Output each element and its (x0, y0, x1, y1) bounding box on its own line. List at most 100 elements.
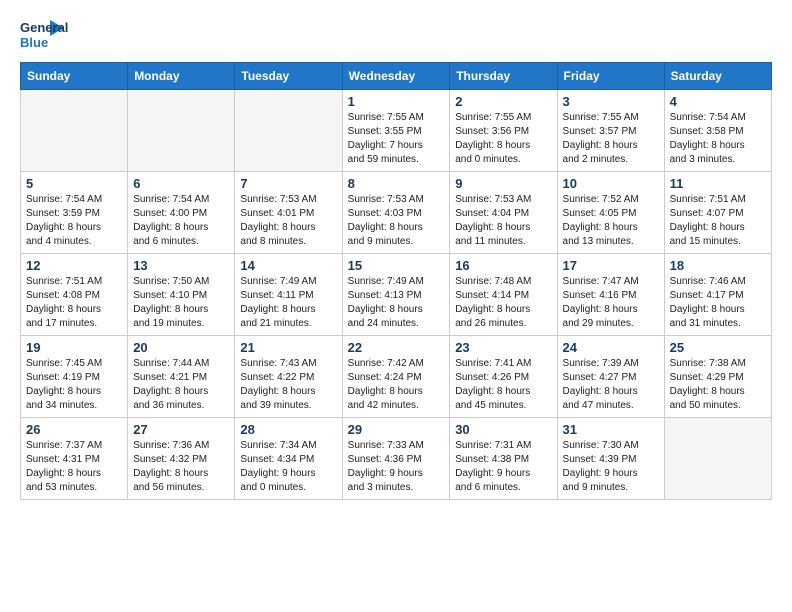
header-wednesday: Wednesday (342, 63, 450, 90)
day-info: Sunrise: 7:38 AM Sunset: 4:29 PM Dayligh… (670, 357, 766, 413)
day-cell: 18 Sunrise: 7:46 AM Sunset: 4:17 PM Dayli… (664, 254, 771, 336)
day-number: 23 (455, 340, 551, 355)
day-number: 12 (26, 258, 122, 273)
day-info: Sunrise: 7:49 AM Sunset: 4:13 PM Dayligh… (348, 275, 445, 331)
day-cell: 14 Sunrise: 7:49 AM Sunset: 4:11 PM Dayli… (235, 254, 342, 336)
day-number: 8 (348, 176, 445, 191)
day-info: Sunrise: 7:43 AM Sunset: 4:22 PM Dayligh… (240, 357, 336, 413)
week-row-2: 5 Sunrise: 7:54 AM Sunset: 3:59 PM Daylig… (21, 172, 772, 254)
day-cell: 10 Sunrise: 7:52 AM Sunset: 4:05 PM Dayli… (557, 172, 664, 254)
day-info: Sunrise: 7:52 AM Sunset: 4:05 PM Dayligh… (563, 193, 659, 249)
day-number: 11 (670, 176, 766, 191)
day-info: Sunrise: 7:50 AM Sunset: 4:10 PM Dayligh… (133, 275, 229, 331)
day-cell: 22 Sunrise: 7:42 AM Sunset: 4:24 PM Dayli… (342, 336, 450, 418)
day-cell: 3Sunrise: 7:55 AM Sunset: 3:57 PM Daylig… (557, 90, 664, 172)
day-info: Sunrise: 7:53 AM Sunset: 4:03 PM Dayligh… (348, 193, 445, 249)
day-info: Sunrise: 7:54 AM Sunset: 3:59 PM Dayligh… (26, 193, 122, 249)
day-cell: 28Sunrise: 7:34 AM Sunset: 4:34 PM Dayli… (235, 418, 342, 500)
day-cell: 5 Sunrise: 7:54 AM Sunset: 3:59 PM Daylig… (21, 172, 128, 254)
day-info: Sunrise: 7:46 AM Sunset: 4:17 PM Dayligh… (670, 275, 766, 331)
week-row-5: 26 Sunrise: 7:37 AM Sunset: 4:31 PM Dayli… (21, 418, 772, 500)
calendar: SundayMondayTuesdayWednesdayThursdayFrid… (20, 62, 772, 500)
day-number: 6 (133, 176, 229, 191)
day-cell: 19Sunrise: 7:45 AM Sunset: 4:19 PM Dayli… (21, 336, 128, 418)
day-number: 18 (670, 258, 766, 273)
day-number: 5 (26, 176, 122, 191)
day-cell (235, 90, 342, 172)
day-info: Sunrise: 7:41 AM Sunset: 4:26 PM Dayligh… (455, 357, 551, 413)
day-number: 26 (26, 422, 122, 437)
day-number: 30 (455, 422, 551, 437)
day-cell: 8 Sunrise: 7:53 AM Sunset: 4:03 PM Daylig… (342, 172, 450, 254)
day-number: 22 (348, 340, 445, 355)
header-monday: Monday (128, 63, 235, 90)
day-info: Sunrise: 7:36 AM Sunset: 4:32 PM Dayligh… (133, 439, 229, 495)
logo: GeneralBlue (20, 16, 68, 54)
day-cell: 31Sunrise: 7:30 AM Sunset: 4:39 PM Dayli… (557, 418, 664, 500)
week-row-1: 1 Sunrise: 7:55 AM Sunset: 3:55 PM Daylig… (21, 90, 772, 172)
day-cell: 23 Sunrise: 7:41 AM Sunset: 4:26 PM Dayli… (450, 336, 557, 418)
day-cell: 29Sunrise: 7:33 AM Sunset: 4:36 PM Dayli… (342, 418, 450, 500)
day-cell: 12 Sunrise: 7:51 AM Sunset: 4:08 PM Dayli… (21, 254, 128, 336)
day-info: Sunrise: 7:37 AM Sunset: 4:31 PM Dayligh… (26, 439, 122, 495)
day-info: Sunrise: 7:39 AM Sunset: 4:27 PM Dayligh… (563, 357, 659, 413)
day-info: Sunrise: 7:55 AM Sunset: 3:57 PM Dayligh… (563, 111, 659, 167)
day-info: Sunrise: 7:47 AM Sunset: 4:16 PM Dayligh… (563, 275, 659, 331)
day-cell: 27 Sunrise: 7:36 AM Sunset: 4:32 PM Dayli… (128, 418, 235, 500)
day-cell: 2Sunrise: 7:55 AM Sunset: 3:56 PM Daylig… (450, 90, 557, 172)
day-cell: 24 Sunrise: 7:39 AM Sunset: 4:27 PM Dayli… (557, 336, 664, 418)
day-number: 14 (240, 258, 336, 273)
day-info: Sunrise: 7:54 AM Sunset: 3:58 PM Dayligh… (670, 111, 766, 167)
day-number: 25 (670, 340, 766, 355)
day-number: 2 (455, 94, 551, 109)
day-cell: 6 Sunrise: 7:54 AM Sunset: 4:00 PM Daylig… (128, 172, 235, 254)
day-number: 16 (455, 258, 551, 273)
day-info: Sunrise: 7:44 AM Sunset: 4:21 PM Dayligh… (133, 357, 229, 413)
day-cell: 11 Sunrise: 7:51 AM Sunset: 4:07 PM Dayli… (664, 172, 771, 254)
day-cell: 13 Sunrise: 7:50 AM Sunset: 4:10 PM Dayli… (128, 254, 235, 336)
day-number: 7 (240, 176, 336, 191)
day-cell: 7 Sunrise: 7:53 AM Sunset: 4:01 PM Daylig… (235, 172, 342, 254)
day-number: 4 (670, 94, 766, 109)
day-cell: 9Sunrise: 7:53 AM Sunset: 4:04 PM Daylig… (450, 172, 557, 254)
day-number: 17 (563, 258, 659, 273)
day-info: Sunrise: 7:54 AM Sunset: 4:00 PM Dayligh… (133, 193, 229, 249)
day-number: 13 (133, 258, 229, 273)
header: GeneralBlue (20, 16, 772, 54)
day-cell: 20Sunrise: 7:44 AM Sunset: 4:21 PM Dayli… (128, 336, 235, 418)
svg-text:Blue: Blue (20, 35, 48, 50)
header-thursday: Thursday (450, 63, 557, 90)
day-number: 19 (26, 340, 122, 355)
day-cell: 4 Sunrise: 7:54 AM Sunset: 3:58 PM Daylig… (664, 90, 771, 172)
header-tuesday: Tuesday (235, 63, 342, 90)
day-cell (664, 418, 771, 500)
day-cell (21, 90, 128, 172)
day-info: Sunrise: 7:53 AM Sunset: 4:01 PM Dayligh… (240, 193, 336, 249)
day-info: Sunrise: 7:51 AM Sunset: 4:07 PM Dayligh… (670, 193, 766, 249)
day-cell: 16 Sunrise: 7:48 AM Sunset: 4:14 PM Dayli… (450, 254, 557, 336)
day-number: 29 (348, 422, 445, 437)
day-info: Sunrise: 7:48 AM Sunset: 4:14 PM Dayligh… (455, 275, 551, 331)
day-info: Sunrise: 7:51 AM Sunset: 4:08 PM Dayligh… (26, 275, 122, 331)
day-info: Sunrise: 7:55 AM Sunset: 3:55 PM Dayligh… (348, 111, 445, 167)
day-number: 27 (133, 422, 229, 437)
day-cell: 21 Sunrise: 7:43 AM Sunset: 4:22 PM Dayli… (235, 336, 342, 418)
day-cell: 30 Sunrise: 7:31 AM Sunset: 4:38 PM Dayli… (450, 418, 557, 500)
day-number: 1 (348, 94, 445, 109)
day-cell: 1 Sunrise: 7:55 AM Sunset: 3:55 PM Daylig… (342, 90, 450, 172)
day-info: Sunrise: 7:49 AM Sunset: 4:11 PM Dayligh… (240, 275, 336, 331)
week-row-3: 12 Sunrise: 7:51 AM Sunset: 4:08 PM Dayli… (21, 254, 772, 336)
week-row-4: 19Sunrise: 7:45 AM Sunset: 4:19 PM Dayli… (21, 336, 772, 418)
header-friday: Friday (557, 63, 664, 90)
day-number: 10 (563, 176, 659, 191)
day-cell: 25 Sunrise: 7:38 AM Sunset: 4:29 PM Dayli… (664, 336, 771, 418)
logo-svg: GeneralBlue (20, 16, 68, 54)
header-saturday: Saturday (664, 63, 771, 90)
day-info: Sunrise: 7:42 AM Sunset: 4:24 PM Dayligh… (348, 357, 445, 413)
day-number: 24 (563, 340, 659, 355)
day-number: 28 (240, 422, 336, 437)
day-number: 15 (348, 258, 445, 273)
day-cell (128, 90, 235, 172)
day-info: Sunrise: 7:31 AM Sunset: 4:38 PM Dayligh… (455, 439, 551, 495)
day-number: 21 (240, 340, 336, 355)
